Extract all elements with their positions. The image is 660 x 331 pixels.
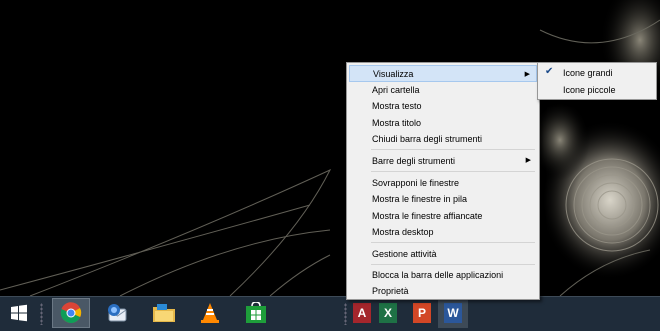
menu-item-label: Chiudi barra degli strumenti <box>372 133 483 144</box>
menu-separator <box>371 149 535 150</box>
windows-start-icon <box>11 304 27 322</box>
powerpoint-icon: P <box>413 303 431 323</box>
menu-item-label: Barre degli strumenti <box>372 155 456 166</box>
taskbar-context-menu: Visualizza ▶ Apri cartella Mostra testo … <box>346 62 540 300</box>
menu-item-mostra-titolo[interactable]: Mostra titolo <box>349 114 537 131</box>
menu-item-label: Apri cartella <box>372 84 420 95</box>
word-label: W <box>447 306 459 320</box>
visualizza-submenu: ✔ Icone grandi Icone piccole <box>537 62 657 100</box>
menu-separator <box>371 171 535 172</box>
start-button[interactable] <box>0 298 38 328</box>
menu-item-label: Visualizza <box>373 68 414 79</box>
taskbar-thunderbird[interactable] <box>98 298 136 328</box>
file-explorer-icon <box>153 304 175 322</box>
submenu-item-icone-piccole[interactable]: Icone piccole <box>540 81 654 98</box>
taskbar-chrome[interactable] <box>52 298 90 328</box>
access-icon: A <box>353 303 371 323</box>
menu-item-label: Blocca la barra delle applicazioni <box>372 269 504 280</box>
submenu-arrow-icon: ▶ <box>525 157 531 164</box>
menu-item-label: Mostra le finestre affiancate <box>372 210 483 221</box>
menu-item-label: Mostra desktop <box>372 226 434 237</box>
menu-item-mostra-desktop[interactable]: Mostra desktop <box>349 223 537 240</box>
submenu-item-icone-grandi[interactable]: ✔ Icone grandi <box>540 64 654 81</box>
vlc-icon <box>201 303 219 323</box>
excel-label: X <box>383 306 392 320</box>
access-label: A <box>357 306 367 320</box>
excel-icon: X <box>379 303 397 323</box>
taskbar-vlc[interactable] <box>191 298 229 328</box>
toolbar-gripper[interactable] <box>344 303 347 325</box>
menu-item-label: Gestione attività <box>372 248 437 259</box>
menu-item-label: Mostra testo <box>372 100 422 111</box>
menu-item-blocca-barra[interactable]: Blocca la barra delle applicazioni <box>349 266 537 283</box>
submenu-arrow-icon: ▶ <box>524 71 530 78</box>
menu-item-apri-cartella[interactable]: Apri cartella <box>349 81 537 98</box>
powerpoint-label: P <box>417 306 426 320</box>
submenu-item-label: Icone piccole <box>563 84 616 95</box>
menu-item-gestione-attivita[interactable]: Gestione attività <box>349 245 537 262</box>
chrome-icon <box>60 302 82 324</box>
menu-item-chiudi-barra[interactable]: Chiudi barra degli strumenti <box>349 130 537 147</box>
menu-item-visualizza[interactable]: Visualizza ▶ <box>349 65 537 82</box>
menu-item-label: Mostra le finestre in pila <box>372 193 468 204</box>
checkmark-icon: ✔ <box>545 66 554 77</box>
taskbar-file-explorer[interactable] <box>145 298 183 328</box>
menu-separator <box>371 264 535 265</box>
toolbar-word[interactable]: W <box>438 298 468 328</box>
submenu-item-label: Icone grandi <box>563 67 613 78</box>
word-icon: W <box>444 303 462 323</box>
menu-item-label: Proprietà <box>372 285 409 296</box>
taskbar-gripper[interactable] <box>40 303 43 325</box>
taskbar: A X P W <box>0 296 660 331</box>
menu-item-mostra-testo[interactable]: Mostra testo <box>349 97 537 114</box>
menu-item-affiancate[interactable]: Mostra le finestre affiancate <box>349 207 537 224</box>
menu-item-proprieta[interactable]: Proprietà <box>349 282 537 299</box>
toolbar-powerpoint[interactable]: P <box>410 298 434 328</box>
windows-store-icon <box>246 302 266 323</box>
toolbar-excel[interactable]: X <box>376 298 400 328</box>
thunderbird-icon <box>108 304 127 322</box>
toolbar-access[interactable]: A <box>350 298 374 328</box>
menu-separator <box>371 242 535 243</box>
menu-item-sovrapponi[interactable]: Sovrapponi le finestre <box>349 174 537 191</box>
desktop-wallpaper <box>0 0 660 296</box>
menu-item-label: Sovrapponi le finestre <box>372 177 460 188</box>
menu-item-in-pila[interactable]: Mostra le finestre in pila <box>349 190 537 207</box>
taskbar-windows-store[interactable] <box>237 298 275 328</box>
menu-item-barre-strumenti[interactable]: Barre degli strumenti ▶ <box>349 152 537 169</box>
menu-item-label: Mostra titolo <box>372 117 422 128</box>
